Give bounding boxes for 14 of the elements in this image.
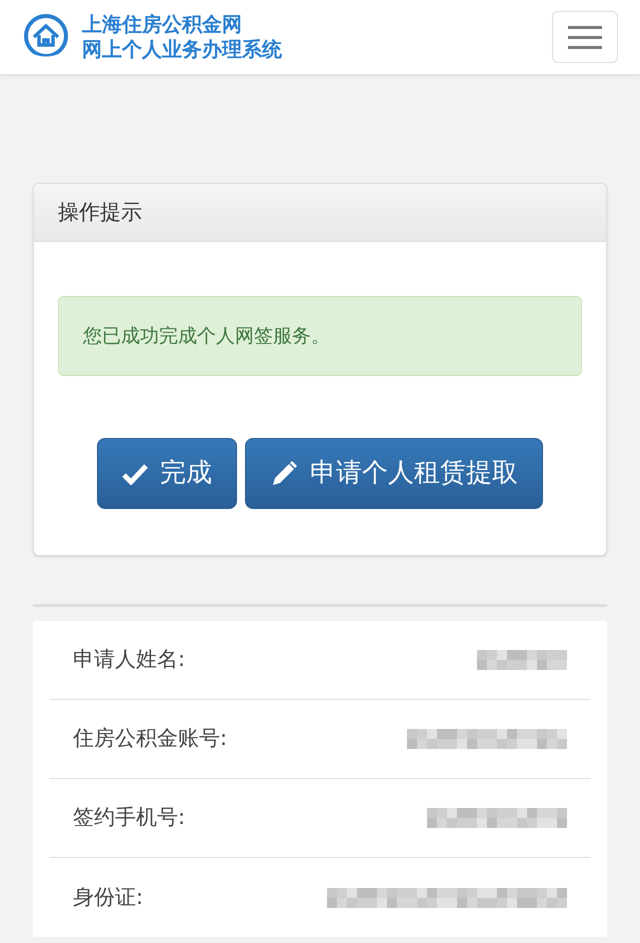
action-button[interactable]: 完成 [97,438,237,509]
field-label: 身份证: [73,884,144,911]
pencil-icon [270,460,298,488]
field-label: 住房公积金账号: [73,725,228,752]
field-label: 签约手机号: [73,804,186,832]
success-alert: 您已成功完成个人网签服务。 [58,296,582,376]
field-label: 申请人姓名: [73,646,186,674]
panel-heading: 操作提示 [34,184,606,242]
menu-button[interactable] [552,11,618,63]
site-title: 上海住房公积金网 [82,12,243,37]
house-logo-icon [22,13,70,61]
check-icon [122,462,148,484]
action-button[interactable]: 申请个人租赁提取 [245,438,543,509]
system-subtitle: 网上个人业务办理系统 [82,37,282,62]
